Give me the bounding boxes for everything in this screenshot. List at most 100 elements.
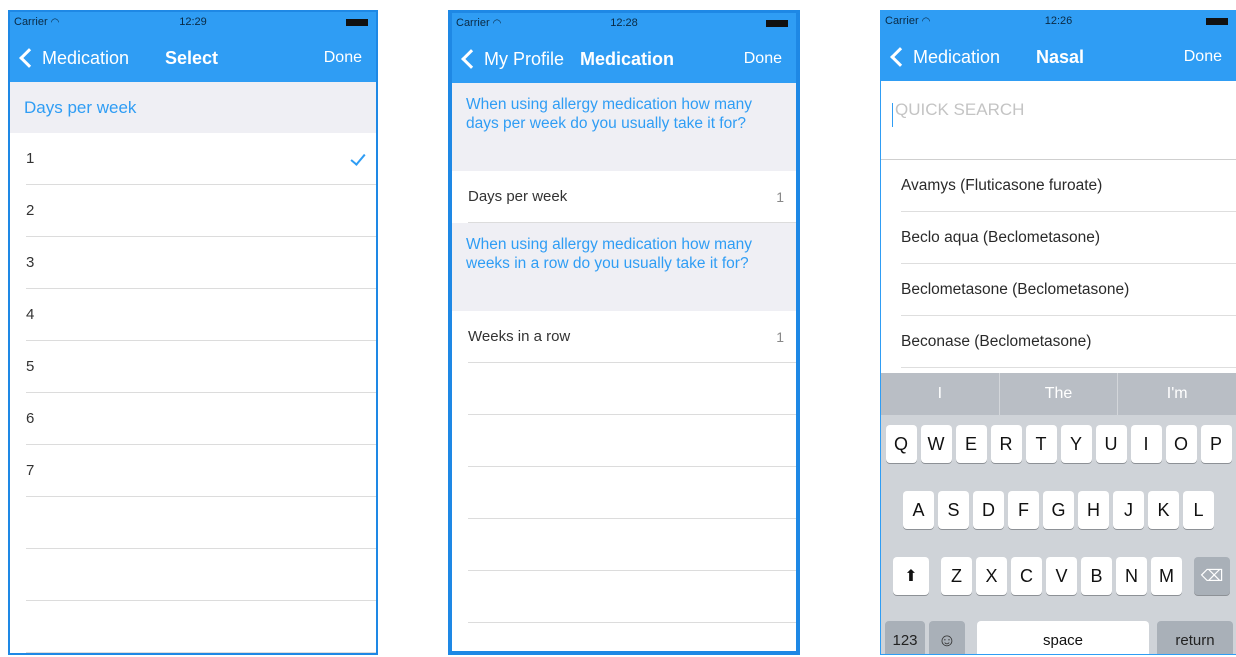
key-b[interactable]: B	[1081, 557, 1112, 595]
back-button[interactable]: My Profile	[458, 35, 564, 83]
key-k[interactable]: K	[1148, 491, 1179, 529]
empty-row	[468, 467, 796, 519]
back-label: Medication	[42, 47, 130, 68]
chevron-left-icon	[890, 47, 910, 67]
status-bar: Carrier ◠ 12:28	[452, 13, 796, 35]
done-button[interactable]: Done	[744, 35, 782, 83]
row-value: 1	[776, 328, 784, 345]
key-n[interactable]: N	[1116, 557, 1147, 595]
nav-title: Nasal	[1036, 46, 1085, 67]
suggestion-item[interactable]: I	[881, 373, 1000, 415]
emoji-icon: ☺	[937, 629, 957, 650]
key-w[interactable]: W	[920, 425, 952, 463]
key-z[interactable]: Z	[941, 557, 972, 595]
key-e[interactable]: E	[955, 425, 987, 463]
option-row[interactable]: 1	[26, 133, 376, 185]
nav-title: Medication	[580, 48, 675, 69]
key-a[interactable]: A	[903, 491, 934, 529]
key-y[interactable]: Y	[1060, 425, 1092, 463]
key-h[interactable]: H	[1078, 491, 1109, 529]
key-q[interactable]: Q	[885, 425, 917, 463]
numbers-key[interactable]: 123	[885, 621, 925, 654]
chevron-left-icon	[19, 48, 39, 68]
shift-arrow-icon: ⬆	[904, 568, 918, 585]
option-row[interactable]: 4	[26, 289, 376, 341]
clock: 12:29	[179, 16, 207, 28]
delete-key[interactable]: ⌫	[1194, 557, 1230, 595]
option-row[interactable]: 3	[26, 237, 376, 289]
status-bar: Carrier ◠ 12:29	[10, 12, 376, 34]
emoji-key[interactable]: ☺	[929, 621, 965, 654]
battery-icon	[766, 20, 788, 27]
key-x[interactable]: X	[976, 557, 1007, 595]
key-o[interactable]: O	[1165, 425, 1197, 463]
suggestion-item[interactable]: The	[1000, 373, 1119, 415]
option-label: 7	[26, 462, 35, 479]
nav-bar: Medication Select Done	[10, 34, 376, 82]
quick-search-bar	[881, 81, 1236, 160]
checkmark-icon	[350, 150, 366, 166]
empty-row	[26, 549, 376, 601]
battery-icon	[1206, 18, 1228, 25]
option-label: 6	[26, 410, 35, 427]
key-r[interactable]: R	[990, 425, 1022, 463]
option-row[interactable]: 6	[26, 393, 376, 445]
option-label: 3	[26, 254, 35, 271]
question-days: When using allergy medication how many d…	[452, 83, 796, 171]
space-key[interactable]: space	[977, 621, 1149, 654]
chevron-left-icon	[461, 49, 481, 69]
medication-list-item[interactable]: Avamys (Fluticasone furoate)	[901, 160, 1236, 212]
key-g[interactable]: G	[1043, 491, 1074, 529]
row-label: Weeks in a row	[468, 328, 571, 345]
back-button[interactable]: Medication	[887, 33, 1000, 81]
back-button[interactable]: Medication	[16, 34, 129, 82]
medication-list-item[interactable]: Beconase (Beclometasone)	[901, 316, 1236, 368]
keyboard: I The I'm QWERTYUIOP ASDFGHJKL ⬆ ZXCVBNM ⌫…	[881, 373, 1236, 654]
back-label: Medication	[913, 46, 1001, 67]
key-f[interactable]: F	[1008, 491, 1039, 529]
keyboard-bottom-row: 123 ☺ space return	[881, 621, 1236, 654]
option-label: 4	[26, 306, 35, 323]
empty-row	[26, 601, 376, 653]
days-per-week-row[interactable]: Days per week 1	[468, 171, 796, 223]
clock: 12:26	[1044, 15, 1073, 27]
empty-row	[468, 571, 796, 623]
key-l[interactable]: L	[1183, 491, 1214, 529]
key-t[interactable]: T	[1025, 425, 1057, 463]
suggestion-item[interactable]: I'm	[1118, 373, 1236, 415]
medication-list-item[interactable]: Beclometasone (Beclometasone)	[901, 264, 1236, 316]
key-j[interactable]: J	[1113, 491, 1144, 529]
phone-screen-select: Carrier ◠ 12:29 Medication Select Done Da…	[8, 10, 378, 655]
backspace-icon: ⌫	[1200, 568, 1224, 585]
phone-screen-nasal: Carrier◠ 12:26 Medication Nasal Done Ava…	[880, 10, 1236, 655]
option-row[interactable]: 5	[26, 341, 376, 393]
option-row[interactable]: 7	[26, 445, 376, 497]
option-label: 1	[26, 150, 35, 167]
done-button[interactable]: Done	[1184, 33, 1222, 81]
key-u[interactable]: U	[1095, 425, 1127, 463]
empty-row	[468, 363, 796, 415]
quick-search-input[interactable]	[893, 99, 1197, 121]
option-row[interactable]: 2	[26, 185, 376, 237]
key-d[interactable]: D	[973, 491, 1004, 529]
option-label: 2	[26, 202, 35, 219]
key-i[interactable]: I	[1130, 425, 1162, 463]
empty-row	[26, 497, 376, 549]
weeks-in-a-row-row[interactable]: Weeks in a row 1	[468, 311, 796, 363]
shift-key[interactable]: ⬆	[893, 557, 929, 595]
return-key[interactable]: return	[1157, 621, 1233, 654]
key-v[interactable]: V	[1046, 557, 1077, 595]
medication-list-item[interactable]: Beclo aqua (Beclometasone)	[901, 212, 1236, 264]
nav-title: Select	[165, 47, 219, 68]
phone-screen-medication: Carrier ◠ 12:28 My Profile Medication Don…	[448, 10, 800, 655]
key-p[interactable]: P	[1200, 425, 1232, 463]
key-m[interactable]: M	[1151, 557, 1182, 595]
key-c[interactable]: C	[1011, 557, 1042, 595]
clock: 12:28	[610, 17, 638, 29]
row-label: Days per week	[468, 188, 568, 205]
row-value: 1	[776, 188, 784, 205]
done-button[interactable]: Done	[324, 34, 362, 82]
question-weeks: When using allergy medication how many w…	[452, 223, 796, 311]
key-s[interactable]: S	[938, 491, 969, 529]
empty-row	[468, 415, 796, 467]
